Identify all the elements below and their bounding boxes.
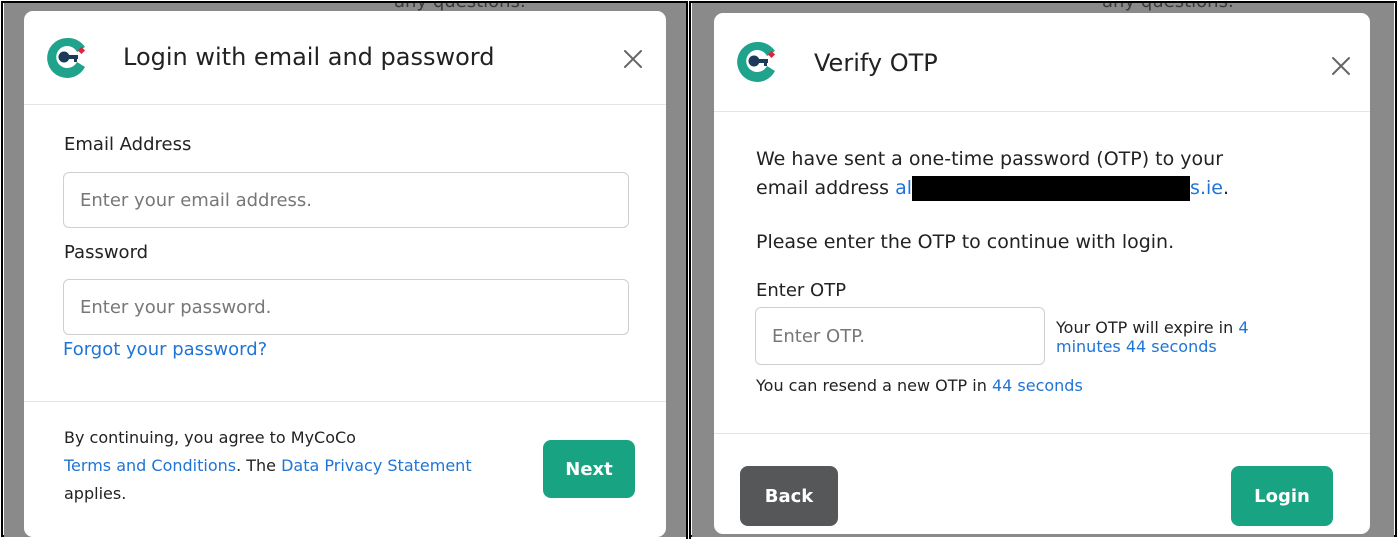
- terms-link[interactable]: Terms and Conditions: [64, 456, 236, 475]
- modal-footer: Back Login: [714, 433, 1370, 534]
- modal-header: Login with email and password: [24, 11, 666, 105]
- otp-expiry-text: Your OTP will expire in 4 minutes 44 sec…: [1056, 318, 1286, 356]
- mycoco-logo-icon: [737, 41, 776, 82]
- mycoco-logo-icon: [47, 37, 86, 78]
- password-input[interactable]: [63, 279, 629, 335]
- modal-footer: By continuing, you agree to MyCoCo Terms…: [24, 401, 666, 537]
- login-button[interactable]: Login: [1231, 466, 1333, 526]
- terms-middle: . The: [236, 456, 282, 475]
- modal-header: Verify OTP: [714, 13, 1370, 112]
- email-redaction: [912, 176, 1191, 201]
- modal-title: Verify OTP: [814, 49, 938, 77]
- privacy-link[interactable]: Data Privacy Statement: [281, 456, 472, 475]
- login-screenshot-panel: any questions. Login with email and pass…: [4, 3, 686, 537]
- otp-sent-text-line2: email address al s.ie.: [756, 174, 1229, 203]
- email-address-prefix: email address: [756, 177, 896, 199]
- close-icon[interactable]: [618, 44, 648, 74]
- password-label: Password: [64, 242, 149, 263]
- next-button[interactable]: Next: [543, 440, 635, 498]
- resend-otp-text: You can resend a new OTP in 44 seconds: [756, 376, 1083, 395]
- resend-countdown: 44 seconds: [991, 376, 1083, 395]
- otp-input[interactable]: [755, 307, 1045, 365]
- terms-suffix: applies.: [64, 484, 127, 503]
- otp-screenshot-panel: any questions. Verify OTP We have sent a…: [692, 3, 1394, 537]
- otp-label: Enter OTP: [756, 280, 847, 301]
- close-icon[interactable]: [1326, 51, 1356, 81]
- background-page-text: any questions.: [1102, 3, 1234, 12]
- terms-text: By continuing, you agree to MyCoCo Terms…: [64, 424, 544, 508]
- otp-instruction: Please enter the OTP to continue with lo…: [756, 231, 1175, 253]
- login-modal: Login with email and password Email Addr…: [24, 11, 666, 537]
- panel-divider: [686, 1, 691, 539]
- masked-email-end[interactable]: s.ie: [1190, 177, 1223, 199]
- email-input[interactable]: [63, 172, 629, 228]
- resend-prefix: You can resend a new OTP in: [756, 376, 992, 395]
- forgot-password-link[interactable]: Forgot your password?: [63, 339, 267, 360]
- verify-otp-modal: Verify OTP We have sent a one-time passw…: [714, 13, 1370, 534]
- email-label: Email Address: [64, 134, 192, 155]
- otp-sent-text-line1: We have sent a one-time password (OTP) t…: [756, 148, 1224, 170]
- expiry-prefix: Your OTP will expire in: [1056, 318, 1239, 337]
- masked-email-start[interactable]: al: [895, 177, 912, 199]
- terms-prefix: By continuing, you agree to MyCoCo: [64, 428, 356, 447]
- modal-title: Login with email and password: [123, 43, 495, 71]
- email-period: .: [1222, 177, 1230, 199]
- back-button[interactable]: Back: [740, 466, 838, 526]
